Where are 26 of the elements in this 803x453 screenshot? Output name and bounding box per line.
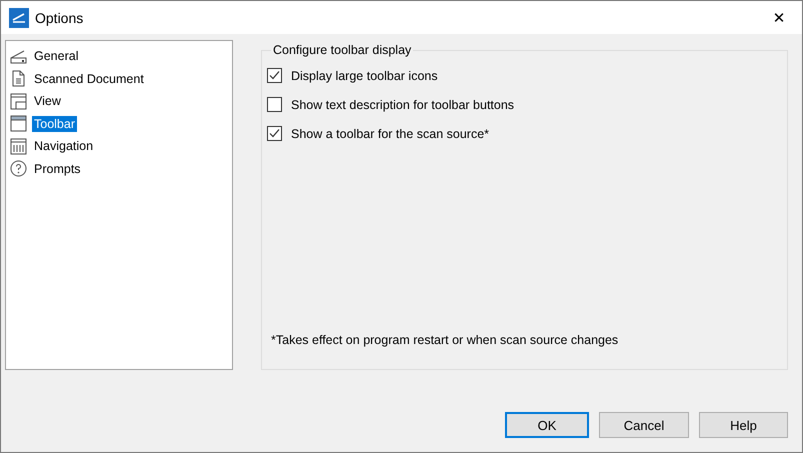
app-icon [9, 8, 29, 28]
window-title: Options [35, 10, 84, 26]
help-icon [10, 160, 27, 178]
dialog-button[interactable]: Cancel [599, 412, 689, 438]
window-icon [10, 92, 27, 110]
sidebar-item[interactable]: View [32, 93, 63, 110]
checkbox-label: Show a toolbar for the scan source* [291, 126, 490, 140]
checkbox[interactable] [267, 68, 282, 83]
checkbox-label: Show text description for toolbar buttons [291, 98, 514, 112]
note-text: *Takes effect on program restart or when scan source changes [271, 333, 620, 347]
group-title: Configure toolbar display [272, 43, 412, 57]
scanner-icon [10, 48, 27, 65]
checkbox-label: Display large toolbar icons [291, 68, 438, 82]
checkbox[interactable] [267, 126, 282, 141]
sidebar-item[interactable]: Toolbar [32, 116, 77, 132]
sidebar-item[interactable]: Navigation [32, 138, 96, 154]
sidebar-item[interactable]: General [32, 48, 80, 64]
dialog-button[interactable]: OK [505, 412, 589, 438]
dialog-button[interactable]: Help [699, 412, 788, 438]
document-icon [10, 70, 27, 88]
checkbox[interactable] [267, 97, 282, 112]
map-icon [10, 138, 27, 155]
sidebar-item[interactable]: Prompts [32, 160, 83, 177]
sidebar-item[interactable]: Scanned Document [32, 70, 146, 87]
toolbar-icon [10, 115, 27, 132]
close-button[interactable]: ✕ [756, 1, 802, 34]
